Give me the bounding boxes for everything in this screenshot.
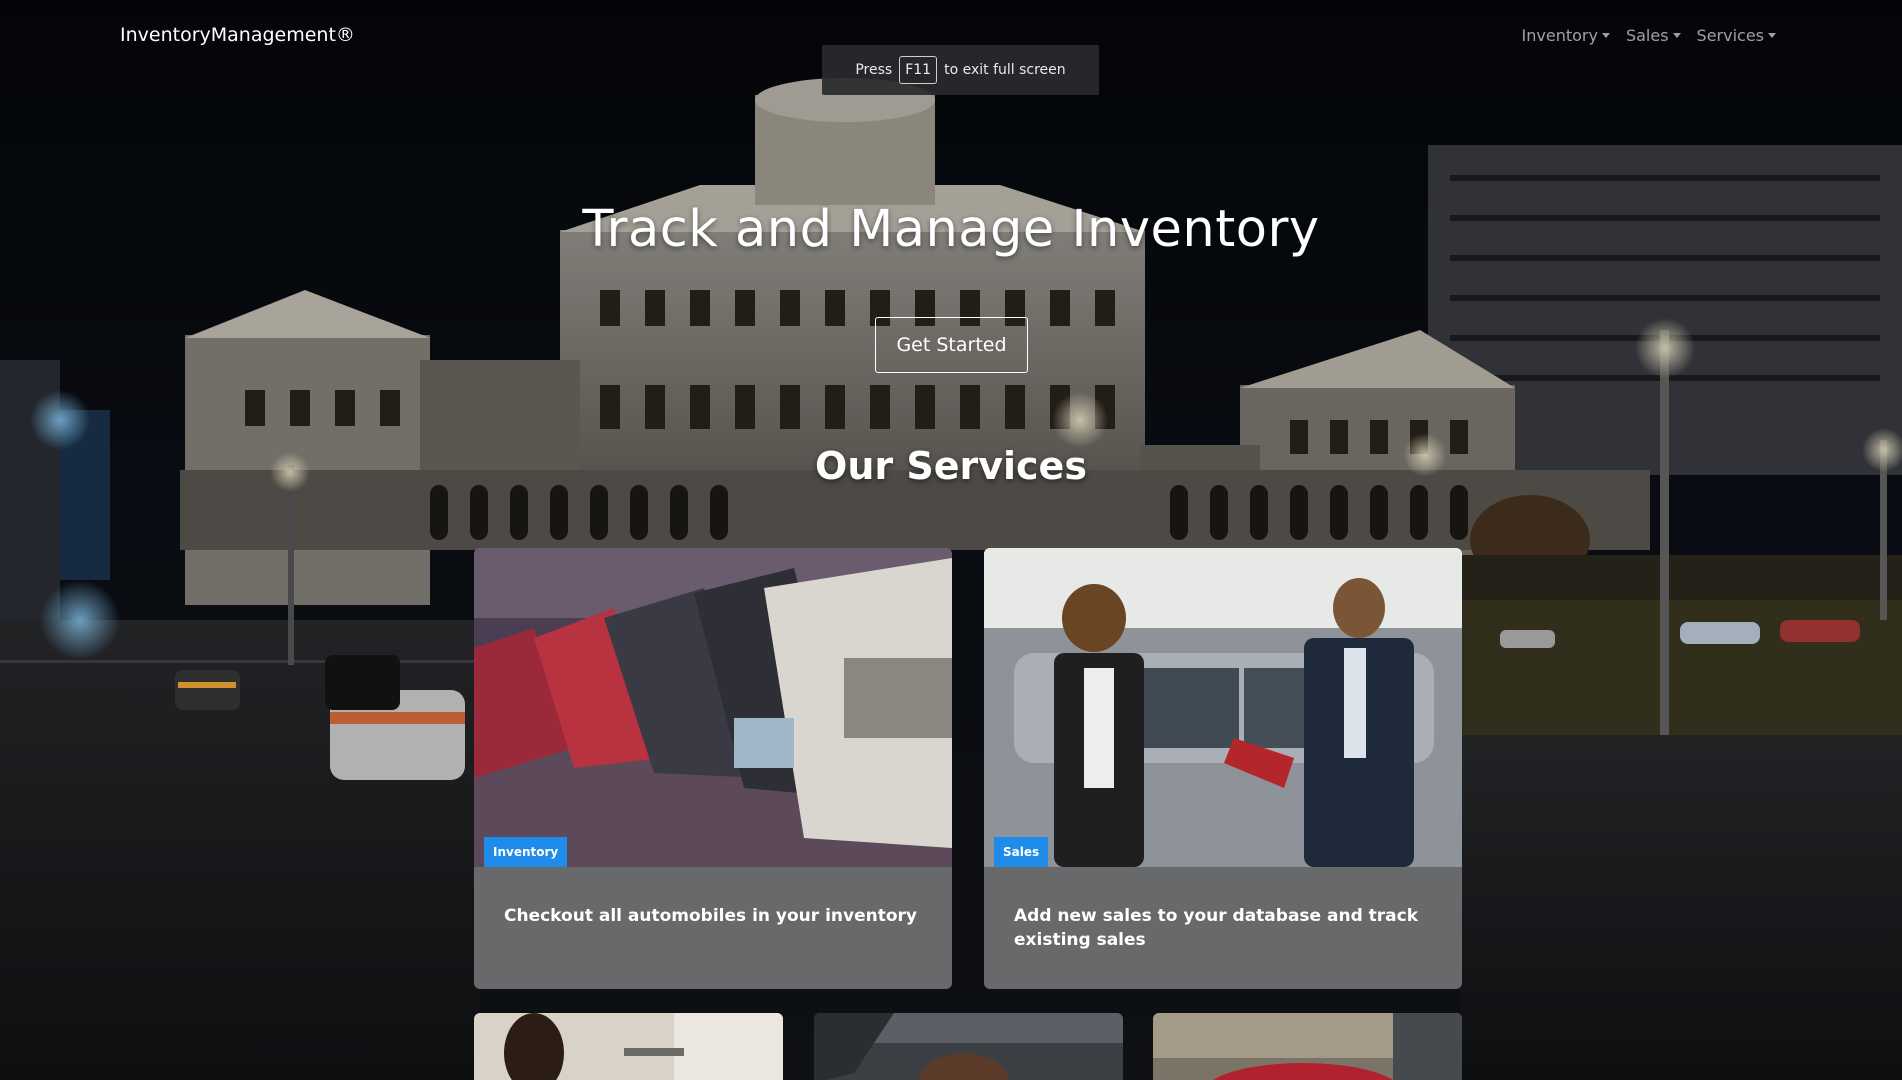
nav-link-label: Services xyxy=(1696,26,1764,45)
service-card-office[interactable] xyxy=(474,1013,783,1080)
card-badge: Inventory xyxy=(484,837,568,867)
get-started-button[interactable]: Get Started xyxy=(875,317,1028,373)
mechanic-image xyxy=(814,1013,1123,1080)
services-heading: Our Services xyxy=(815,444,1087,488)
salesperson-client-image: Sales xyxy=(984,548,1462,867)
nav-link-label: Inventory xyxy=(1521,26,1598,45)
fullscreen-notification: Press F11 to exit full screen xyxy=(822,45,1099,95)
red-car-image xyxy=(1153,1013,1462,1080)
caret-down-icon xyxy=(1601,33,1610,38)
card-description: Add new sales to your database and track… xyxy=(1014,906,1419,950)
fullscreen-text-before: Press xyxy=(855,62,893,78)
caret-down-icon xyxy=(1672,33,1681,38)
f11-key: F11 xyxy=(899,56,938,84)
nav-link-label: Sales xyxy=(1625,26,1669,45)
nav-dropdown-sales[interactable]: Sales xyxy=(1626,26,1681,45)
service-card-inventory[interactable]: Inventory Checkout all automobiles in yo… xyxy=(474,548,952,989)
card-badge: Sales xyxy=(994,837,1049,867)
caret-down-icon xyxy=(1768,33,1776,38)
page: InventoryManagement® Inventory Sales Ser… xyxy=(0,0,1902,1080)
nav-dropdown-inventory[interactable]: Inventory xyxy=(1522,26,1610,45)
nav-dropdown-services[interactable]: Services xyxy=(1697,26,1776,45)
office-person-image xyxy=(474,1013,783,1080)
service-card-mechanic[interactable] xyxy=(814,1013,1123,1080)
hero-title: Track and Manage Inventory xyxy=(582,200,1320,259)
card-description: Checkout all automobiles in your invento… xyxy=(504,906,917,926)
cars-in-row-image: Inventory xyxy=(474,548,952,867)
service-card-red-car[interactable] xyxy=(1153,1013,1462,1080)
nav-links: Inventory Sales Services xyxy=(1522,26,1776,45)
brand-logo[interactable]: InventoryManagement® xyxy=(120,24,355,46)
fullscreen-text-after: to exit full screen xyxy=(944,62,1066,78)
service-card-sales[interactable]: Sales Add new sales to your database and… xyxy=(984,548,1462,989)
